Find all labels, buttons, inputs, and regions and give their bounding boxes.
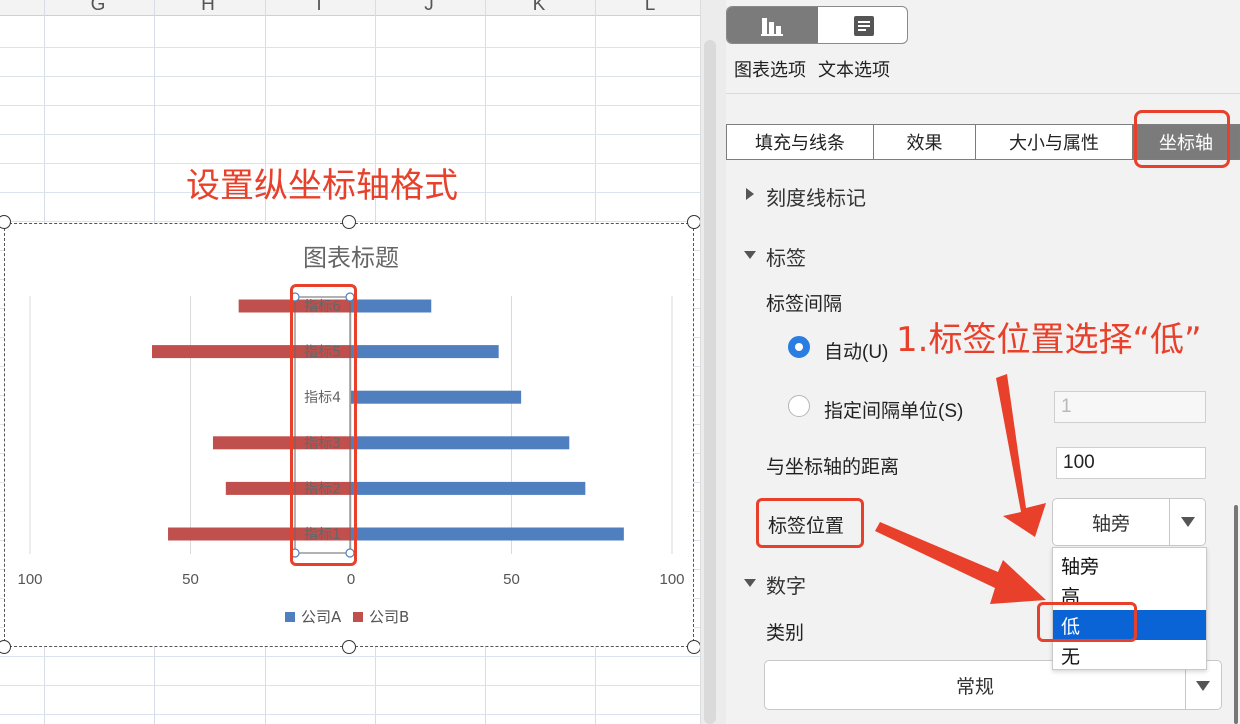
bar-company-a [351, 299, 432, 313]
column-header-i[interactable]: I [264, 0, 374, 16]
chart-options-label[interactable]: 图表选项 [734, 60, 806, 80]
option-low-highlight [1037, 602, 1137, 642]
step-annotation: 1.标签位置选择“低” [896, 320, 1202, 360]
chevron-down-icon[interactable] [1196, 681, 1210, 691]
section-number[interactable]: 数字 [766, 570, 806, 599]
category-label: 类别 [766, 623, 805, 644]
splitter-scrollbar[interactable] [704, 40, 716, 724]
label-position-highlight [756, 498, 864, 548]
collapse-arrow-icon[interactable] [744, 251, 756, 259]
text-options-tab[interactable] [818, 7, 907, 43]
vertical-axis-highlight [290, 284, 357, 566]
bar-company-a [351, 481, 586, 495]
panel-tab-labels: 图表选项 文本选项 [734, 56, 902, 82]
row-gridline [0, 134, 700, 135]
select-divider [1169, 499, 1170, 545]
legend-swatch [285, 612, 295, 622]
resize-handle-top[interactable] [342, 215, 356, 229]
heading-annotation: 设置纵坐标轴格式 [186, 166, 458, 206]
resize-handle-bottom[interactable] [342, 640, 356, 654]
bar-company-a [351, 436, 570, 450]
label-position-select[interactable]: 轴旁 [1052, 498, 1206, 546]
distance-input[interactable]: 100 [1056, 447, 1206, 479]
distance-label: 与坐标轴的距离 [766, 457, 900, 478]
spreadsheet-area[interactable]: G H I J K L 设置纵坐标轴格式 100 50 0 50 100 图表标题 指标1 指… [0, 0, 700, 724]
text-document-icon [853, 16, 874, 36]
row-gridline [0, 714, 700, 715]
x-tick-label: 0 [347, 571, 355, 588]
x-tick-label: 50 [182, 571, 199, 588]
column-header-k[interactable]: K [484, 0, 594, 16]
bar-chart-icon [760, 18, 783, 36]
chart-title: 图表标题 [303, 244, 399, 272]
tab-effects[interactable]: 效果 [873, 124, 976, 160]
format-panel: 图表选项 文本选项 填充与线条 效果 大小与属性 坐标轴 刻度线标记 标签 标签间… [726, 0, 1240, 724]
section-labels[interactable]: 标签 [766, 242, 806, 271]
radio-auto[interactable] [788, 336, 810, 358]
legend-label: 公司B [369, 608, 409, 626]
column-header-g[interactable]: G [43, 0, 153, 16]
section-tick-marks[interactable]: 刻度线标记 [766, 182, 866, 211]
tab-fill-and-line[interactable]: 填充与线条 [726, 124, 874, 160]
chart-options-tab[interactable] [727, 7, 818, 43]
panel-scrollbar[interactable] [1234, 505, 1238, 724]
radio-auto-label[interactable]: 自动(U) [824, 337, 888, 364]
resize-handle-bottom-left[interactable] [0, 640, 11, 654]
column-header-l[interactable]: L [595, 0, 700, 16]
panel-icon-tabs [726, 6, 908, 44]
x-tick-label: 100 [17, 571, 42, 588]
resize-handle-top-right[interactable] [687, 215, 700, 229]
collapse-arrow-icon[interactable] [744, 579, 756, 587]
radio-specify-label[interactable]: 指定间隔单位(S) [824, 396, 963, 423]
panel-splitter[interactable] [700, 0, 726, 724]
column-header-h[interactable]: H [153, 0, 263, 16]
radio-specify-interval[interactable] [788, 395, 810, 417]
column-header-j[interactable]: J [374, 0, 484, 16]
expand-arrow-icon[interactable] [746, 188, 754, 200]
resize-handle-bottom-right[interactable] [687, 640, 700, 654]
chevron-down-icon[interactable] [1181, 517, 1195, 527]
bar-company-a [351, 527, 624, 541]
axis-tab-highlight [1134, 110, 1230, 168]
x-tick-label: 50 [503, 571, 520, 588]
label-interval-title: 标签间隔 [766, 294, 843, 315]
legend-label: 公司A [301, 608, 342, 626]
panel-divider [726, 93, 1240, 94]
row-gridline [0, 685, 700, 686]
row-gridline [0, 656, 700, 657]
text-options-label[interactable]: 文本选项 [818, 60, 890, 80]
option-next-to-axis[interactable]: 轴旁 [1053, 550, 1206, 580]
bar-company-a [351, 390, 522, 404]
bar-company-a [351, 345, 499, 359]
legend-swatch [353, 612, 363, 622]
option-none[interactable]: 无 [1053, 640, 1206, 670]
label-position-value: 轴旁 [1091, 513, 1130, 535]
x-tick-label: 100 [659, 571, 684, 588]
interval-unit-input[interactable]: 1 [1054, 391, 1206, 423]
row-gridline [0, 76, 700, 77]
row-gridline [0, 47, 700, 48]
row-gridline [0, 105, 700, 106]
tab-size-and-properties[interactable]: 大小与属性 [975, 124, 1133, 160]
